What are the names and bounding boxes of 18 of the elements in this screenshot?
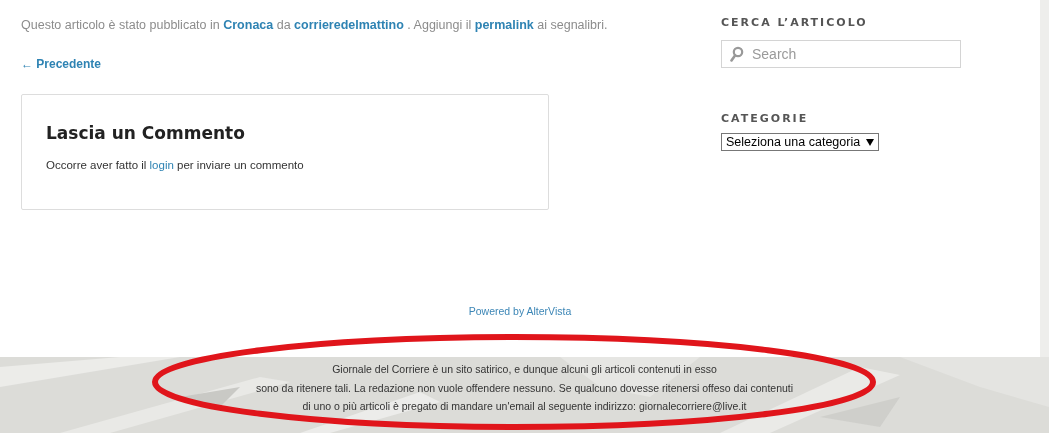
link[interactable]: permalink [474, 18, 534, 32]
link[interactable]: corrieredelmattino [294, 18, 404, 32]
disclaimer-line: Giornale del Corriere è un sito satirico, e dunque alcuni gli articoli contenuti in esso [332, 362, 717, 377]
widget-title: CERCA L’ARTICOLO [721, 16, 869, 29]
dropdown-icon [866, 138, 875, 146]
disclaimer-line: sono da ritenere tali. La redazione non vuole offendere nessuno. Se qualcuno dovesse ritenersi offeso dai contenuti [255, 380, 794, 396]
entry-meta: Questo articolo è stato pubblicato in Cronaca da corrieredelmattino . Aggiungi il permalink ai segnalibri. [21, 17, 608, 34]
category-select[interactable]: Seleziona una categoria [721, 133, 880, 151]
disclaimer-line: di uno o più articoli è pregato di mandare un'email al seguente indirizzo: giornalecorriere@live.it [302, 399, 747, 414]
comment-title: Lascia un Commento [46, 123, 246, 143]
login-note: Occorre aver fatto il login per inviare un commento [46, 159, 305, 171]
search-field[interactable]: Search [721, 40, 961, 68]
link[interactable]: Cronaca [223, 18, 274, 32]
search-icon [730, 46, 744, 62]
widget-title: CATEGORIE [721, 112, 810, 125]
link[interactable]: login [149, 159, 174, 171]
powered-link[interactable]: Powered by AlterVista [468, 305, 572, 317]
previous-link[interactable]: ← Precedente [21, 57, 102, 71]
